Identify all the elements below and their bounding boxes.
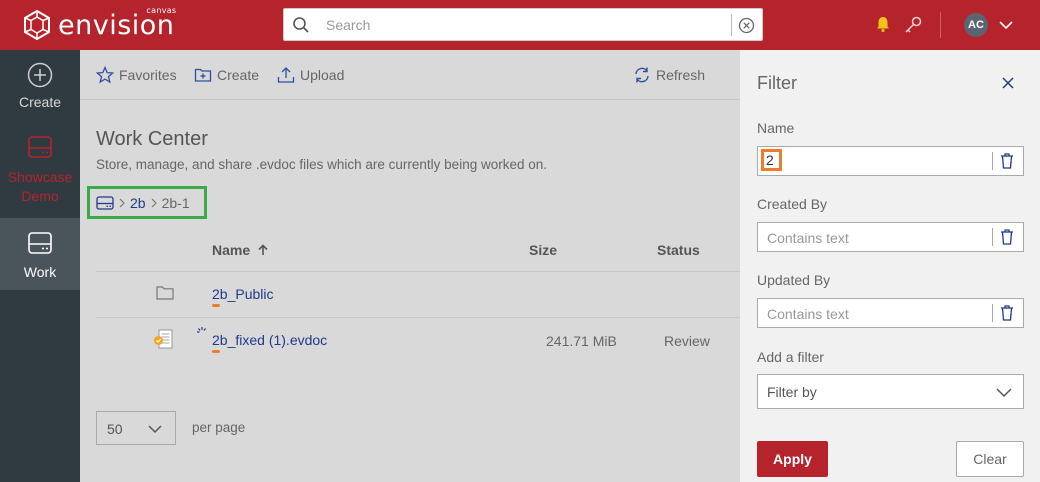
name-filter-label: Name (757, 120, 795, 136)
trash-icon[interactable] (1000, 229, 1014, 245)
nav-label-showcase: Showcase Demo (7, 169, 73, 204)
create-button[interactable]: Create (194, 66, 259, 84)
search-divider (731, 14, 732, 36)
search-box (283, 8, 763, 41)
column-header-name[interactable]: Name (212, 242, 269, 258)
created-by-field[interactable] (757, 222, 1024, 252)
breadcrumb-item-2b-1: 2b-1 (161, 194, 190, 211)
apply-button[interactable]: Apply (757, 441, 828, 477)
refresh-label: Refresh (656, 67, 706, 83)
evdoc-file-icon (154, 329, 173, 349)
updated-by-label: Updated By (757, 272, 831, 288)
star-icon (96, 66, 114, 84)
left-nav: Create Showcase Demo Work (0, 50, 80, 482)
add-folder-icon (194, 68, 212, 82)
chevron-down-icon (148, 425, 162, 434)
toolbar: Favorites Create Upload Refresh (80, 50, 740, 100)
search-input[interactable] (326, 13, 726, 37)
upload-icon (277, 67, 295, 83)
brand-subtitle: canvas (146, 6, 177, 15)
row-name-link[interactable]: 2b_Public (212, 286, 274, 302)
created-by-label: Created By (757, 196, 828, 212)
breadcrumb: 2b 2b-1 (87, 186, 207, 219)
trash-icon[interactable] (1000, 153, 1014, 169)
filter-title: Filter (757, 73, 797, 93)
created-by-input[interactable] (767, 228, 987, 248)
logo[interactable]: envision canvas (22, 6, 176, 41)
table-divider (96, 271, 740, 272)
table-row[interactable]: 2b_fixed (1).evdoc (212, 332, 327, 353)
refresh-button[interactable]: Refresh (633, 66, 705, 84)
key-icon[interactable] (903, 15, 923, 35)
clear-search-icon[interactable] (738, 17, 755, 34)
chevron-down-icon[interactable] (998, 17, 1014, 33)
drive-icon (28, 232, 52, 254)
chevron-right-icon (119, 198, 125, 207)
envision-logo-icon (24, 9, 50, 40)
topbar-divider (940, 12, 941, 38)
bell-icon[interactable] (874, 15, 892, 33)
field-divider (992, 152, 993, 170)
per-page-value: 50 (107, 421, 123, 437)
nav-item-create[interactable]: Create (0, 62, 80, 132)
favorites-button[interactable]: Favorites (96, 66, 177, 84)
nav-label-create: Create (18, 94, 62, 110)
name-filter-field[interactable]: 2 (757, 146, 1024, 176)
sort-ascending-icon (258, 244, 268, 255)
page-description: Store, manage, and share .evdoc files wh… (96, 157, 547, 172)
row-status: Review (664, 333, 710, 349)
drive-icon (28, 136, 52, 158)
chevron-right-icon (151, 198, 157, 207)
search-icon[interactable] (292, 16, 310, 34)
column-header-size[interactable]: Size (529, 242, 557, 258)
table-row[interactable]: 2b_Public (212, 286, 274, 307)
nav-item-showcase-demo[interactable]: Showcase Demo (0, 134, 80, 214)
upload-button[interactable]: Upload (277, 66, 344, 84)
per-page-select[interactable]: 50 (96, 411, 176, 445)
row-name-link[interactable]: 2b_fixed (1).evdoc (212, 332, 327, 348)
updated-by-field[interactable] (757, 298, 1024, 328)
plus-circle-icon (27, 62, 53, 88)
updated-by-input[interactable] (767, 304, 987, 324)
column-header-status[interactable]: Status (657, 242, 700, 258)
add-filter-label: Add a filter (757, 349, 824, 365)
breadcrumb-item-2b[interactable]: 2b (130, 195, 146, 211)
nav-label-work: Work (23, 264, 57, 280)
refresh-icon (635, 67, 649, 83)
logo-text: envision canvas (58, 6, 176, 41)
column-header-name-label: Name (212, 242, 251, 258)
chevron-down-icon (996, 388, 1012, 398)
name-filter-value[interactable]: 2 (761, 149, 782, 171)
row-size: 241.71 MiB (546, 333, 617, 349)
field-divider (992, 304, 993, 322)
avatar[interactable]: AC (964, 13, 988, 37)
clear-button[interactable]: Clear (956, 441, 1024, 477)
folder-icon (156, 286, 174, 300)
add-filter-select[interactable]: Filter by (757, 374, 1024, 409)
favorites-label: Favorites (119, 67, 177, 83)
upload-label: Upload (300, 67, 345, 83)
drive-icon[interactable] (96, 195, 114, 210)
nav-item-work[interactable]: Work (0, 218, 80, 290)
trash-icon[interactable] (1000, 305, 1014, 321)
per-page-label: per page (192, 420, 246, 435)
status-marker (212, 350, 220, 353)
filter-panel: Filter Name 2 Created By Updated By (740, 50, 1040, 482)
add-filter-value: Filter by (767, 384, 817, 400)
status-marker (212, 304, 220, 307)
page-title: Work Center (96, 128, 208, 150)
top-bar: envision canvas AC (0, 0, 1040, 50)
loading-spinner-icon (197, 327, 206, 333)
create-label: Create (217, 67, 260, 83)
close-icon[interactable] (1002, 77, 1014, 89)
field-divider (992, 228, 993, 246)
table-divider (96, 317, 740, 318)
